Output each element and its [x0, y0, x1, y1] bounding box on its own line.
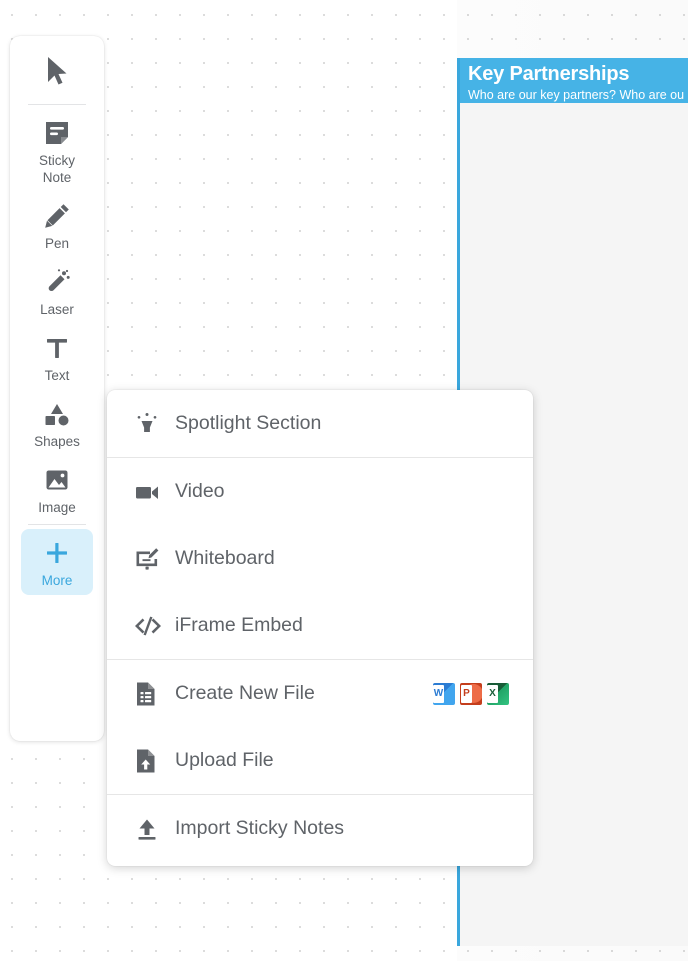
- word-icon: W: [433, 682, 455, 705]
- menu-item-label: Spotlight Section: [175, 412, 322, 434]
- toolbar-divider-2: [28, 524, 86, 525]
- toolbar-item-label: Shapes: [34, 434, 80, 449]
- menu-item-import-sticky-notes[interactable]: Import Sticky Notes: [107, 795, 533, 862]
- toolbar-item-label: More: [41, 573, 73, 588]
- menu-item-label: Upload File: [175, 749, 274, 771]
- toolbar-item-label: Image: [38, 500, 76, 515]
- spotlight-icon: [133, 410, 167, 438]
- laser-pointer-icon: [42, 265, 72, 299]
- text-t-icon: [43, 331, 71, 365]
- document-lines-icon: [133, 680, 167, 708]
- left-toolbar: Sticky Note Pen Laser Text Shapes Image …: [10, 36, 104, 741]
- toolbar-item-more[interactable]: More: [21, 529, 93, 595]
- toolbar-item-text[interactable]: Text: [21, 324, 93, 390]
- menu-item-label: iFrame Embed: [175, 614, 303, 636]
- menu-item-label: Whiteboard: [175, 547, 275, 569]
- powerpoint-icon: P: [460, 682, 482, 705]
- toolbar-item-label: Text: [44, 368, 70, 383]
- toolbar-divider-1: [28, 104, 86, 105]
- toolbar-item-sticky-note[interactable]: Sticky Note: [21, 109, 93, 192]
- office-app-icons: W P X: [433, 682, 509, 705]
- code-embed-icon: [133, 612, 167, 640]
- pen-icon: [42, 199, 72, 233]
- card-title: Key Partnerships: [468, 63, 630, 85]
- toolbar-item-pen[interactable]: Pen: [21, 192, 93, 258]
- menu-item-video[interactable]: Video: [107, 458, 533, 525]
- menu-item-label: Import Sticky Notes: [175, 817, 345, 839]
- card-subtitle: Who are our key partners? Who are ou: [468, 88, 685, 102]
- shapes-icon: [42, 397, 72, 431]
- more-dropdown-menu: Spotlight Section Video Whiteboard iFram…: [107, 390, 533, 866]
- menu-item-label: Video: [175, 480, 225, 502]
- video-camera-icon: [133, 478, 167, 506]
- menu-item-iframe-embed[interactable]: iFrame Embed: [107, 592, 533, 659]
- sticky-note-icon: [43, 116, 71, 150]
- cursor-arrow-icon: [44, 54, 70, 88]
- menu-item-spotlight-section[interactable]: Spotlight Section: [107, 390, 533, 457]
- excel-icon: X: [487, 682, 509, 705]
- toolbar-item-image[interactable]: Image: [21, 456, 93, 522]
- toolbar-item-shapes[interactable]: Shapes: [21, 390, 93, 456]
- menu-item-whiteboard[interactable]: Whiteboard: [107, 525, 533, 592]
- card-header: Key Partnerships Who are our key partner…: [460, 58, 688, 103]
- toolbar-item-cursor[interactable]: [21, 42, 93, 102]
- toolbar-item-label: Pen: [44, 236, 70, 251]
- toolbar-item-label: Laser: [40, 302, 74, 317]
- menu-item-label: Create New File: [175, 682, 315, 704]
- toolbar-item-label: Sticky Note: [38, 153, 75, 185]
- plus-icon: [43, 536, 71, 570]
- file-upload-icon: [133, 747, 167, 775]
- image-icon: [43, 463, 71, 497]
- toolbar-item-laser[interactable]: Laser: [21, 258, 93, 324]
- whiteboard-icon: [133, 545, 167, 573]
- menu-item-upload-file[interactable]: Upload File: [107, 727, 533, 794]
- upload-arrow-icon: [133, 815, 167, 843]
- menu-item-create-new-file[interactable]: Create New File W P X: [107, 660, 533, 727]
